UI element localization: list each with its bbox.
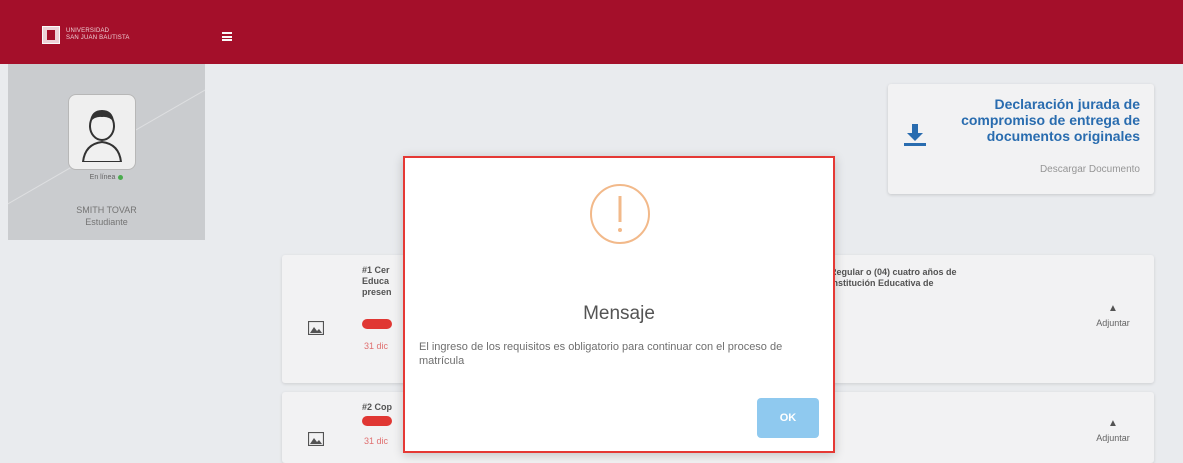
dialog-title: Mensaje	[583, 303, 655, 324]
ok-button[interactable]: OK	[757, 398, 819, 438]
warning-icon	[590, 184, 650, 244]
message-dialog: Mensaje El ingreso de los requisitos es …	[403, 156, 835, 453]
dialog-message: El ingreso de los requisitos es obligato…	[419, 341, 783, 367]
